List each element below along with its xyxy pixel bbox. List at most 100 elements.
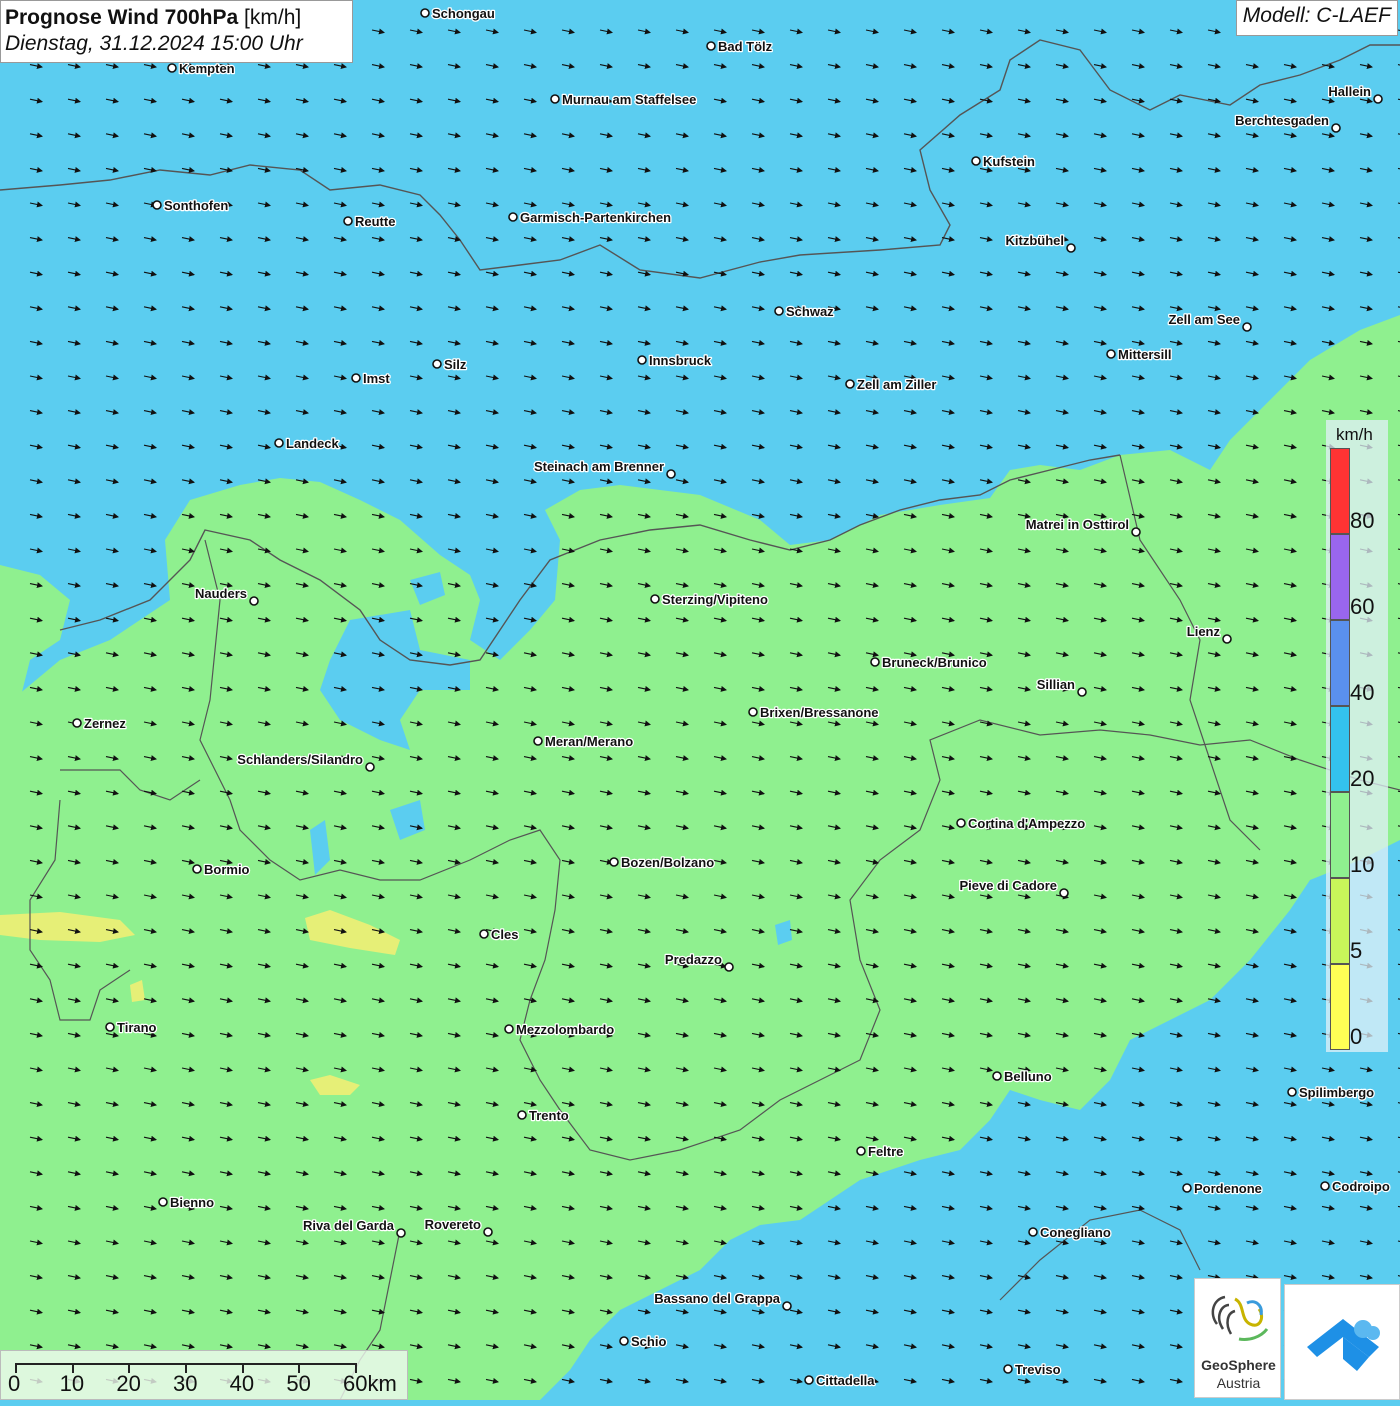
- city-label: Zernez: [84, 716, 126, 731]
- city-dot: [1320, 1181, 1330, 1191]
- city-dot: [105, 1022, 115, 1032]
- city-label: Garmisch-Partenkirchen: [520, 210, 671, 225]
- scale-bar-label: 60km: [343, 1371, 397, 1396]
- legend-tick-label: 80: [1350, 508, 1375, 533]
- city-dot: [152, 200, 162, 210]
- city-label: Riva del Garda: [303, 1218, 395, 1233]
- map-title-unit: [km/h]: [244, 6, 302, 29]
- city-label: Schio: [631, 1334, 666, 1349]
- scale-bar-label: 50: [286, 1371, 311, 1396]
- legend-color-segment: [1330, 620, 1350, 706]
- city-dot: [249, 596, 259, 606]
- geosphere-logo-sub: Austria: [1216, 1375, 1261, 1391]
- city-dot: [856, 1146, 866, 1156]
- city-label: Schongau: [432, 6, 495, 21]
- legend-tick-label: 10: [1350, 852, 1375, 877]
- city-dot: [724, 962, 734, 972]
- city-dot: [666, 469, 676, 479]
- city-label: Kempten: [179, 61, 235, 76]
- scale-bar-label: 30: [173, 1371, 198, 1396]
- city-dot: [343, 216, 353, 226]
- city-label: Cortina d'Ampezzo: [968, 816, 1085, 831]
- legend-color-segment: [1330, 792, 1350, 878]
- geosphere-logo-name: GeoSphere: [1201, 1357, 1276, 1373]
- city-dot: [1331, 123, 1341, 133]
- city-label: Hallein: [1328, 84, 1371, 99]
- city-label: Pordenone: [1194, 1181, 1262, 1196]
- city-label: Tirano: [117, 1020, 157, 1035]
- city-label: Sonthofen: [164, 198, 228, 213]
- city-dot: [845, 379, 855, 389]
- city-dot: [483, 1227, 493, 1237]
- city-dot: [619, 1336, 629, 1346]
- city-dot: [1066, 243, 1076, 253]
- city-dot: [1077, 687, 1087, 697]
- warn-app-icon-graphic: [1307, 1319, 1380, 1371]
- city-label: Reutte: [355, 214, 395, 229]
- city-dot: [274, 438, 284, 448]
- city-label: Schlanders/Silandro: [237, 752, 363, 767]
- city-dot: [870, 657, 880, 667]
- city-dot: [804, 1375, 814, 1385]
- city-dot: [167, 63, 177, 73]
- city-dot: [479, 929, 489, 939]
- city-dot: [1106, 349, 1116, 359]
- city-dot: [637, 355, 647, 365]
- city-label: Landeck: [286, 436, 340, 451]
- scale-bar: 0 10 20 30 40 50 60km: [0, 1350, 408, 1400]
- city-label: Treviso: [1015, 1362, 1061, 1377]
- forecast-datetime: Dienstag, 31.12.2024 15:00 Uhr: [5, 32, 303, 55]
- city-dot: [748, 707, 758, 717]
- city-label: Bormio: [204, 862, 250, 877]
- city-label: Meran/Merano: [545, 734, 633, 749]
- city-label: Brixen/Bressanone: [760, 705, 879, 720]
- scale-bar-label: 40: [229, 1371, 255, 1396]
- city-dot: [992, 1071, 1002, 1081]
- city-label: Sillian: [1037, 677, 1075, 692]
- city-label: Zell am Ziller: [857, 377, 936, 392]
- city-label: Feltre: [868, 1144, 903, 1159]
- city-dot: [609, 857, 619, 867]
- wind-map: Schongau Bad Tölz Kempten Murnau am Staffel…: [0, 0, 1400, 1400]
- city-label: Lienz: [1187, 624, 1221, 639]
- city-label: Matrei in Osttirol: [1026, 517, 1129, 532]
- city-dot: [432, 359, 442, 369]
- city-label: Steinach am Brenner: [534, 459, 664, 474]
- city-label: Zell am See: [1168, 312, 1240, 327]
- legend-color-segment: [1330, 878, 1350, 964]
- city-label: Cles: [491, 927, 518, 942]
- city-label: Nauders: [195, 586, 247, 601]
- map-title-box: Prognose Wind 700hPa [km/h] Dienstag, 31…: [0, 0, 353, 63]
- city-dot: [508, 212, 518, 222]
- city-label: Conegliano: [1040, 1225, 1111, 1240]
- warn-app-icon: [1284, 1284, 1400, 1400]
- city-dot: [396, 1228, 406, 1238]
- city-dot: [1287, 1087, 1297, 1097]
- city-dot: [774, 306, 784, 316]
- city-dot: [1028, 1227, 1038, 1237]
- city-label: Kufstein: [983, 154, 1035, 169]
- city-dot: [1003, 1364, 1013, 1374]
- city-dot: [1182, 1183, 1192, 1193]
- city-dot: [504, 1024, 514, 1034]
- legend-tick-label: 40: [1350, 680, 1375, 705]
- city-dot: [1242, 322, 1252, 332]
- legend-tick-label: 5: [1350, 938, 1363, 963]
- city-dot: [192, 864, 202, 874]
- city-label: Belluno: [1004, 1069, 1052, 1084]
- city-label: Imst: [363, 371, 390, 386]
- city-dot: [72, 718, 82, 728]
- city-dot: [517, 1110, 527, 1120]
- city-dot: [782, 1301, 792, 1311]
- legend-tick-label: 60: [1350, 594, 1375, 619]
- city-dot: [1373, 94, 1383, 104]
- city-dot: [351, 373, 361, 383]
- city-label: Codroipo: [1332, 1179, 1390, 1194]
- city-label: Spilimbergo: [1299, 1085, 1374, 1100]
- legend-tick-label: 0: [1350, 1024, 1363, 1049]
- city-dot: [971, 156, 981, 166]
- city-label: Berchtesgaden: [1235, 113, 1329, 128]
- city-label: Innsbruck: [649, 353, 712, 368]
- city-dot: [420, 8, 430, 18]
- city-label: Bruneck/Brunico: [882, 655, 987, 670]
